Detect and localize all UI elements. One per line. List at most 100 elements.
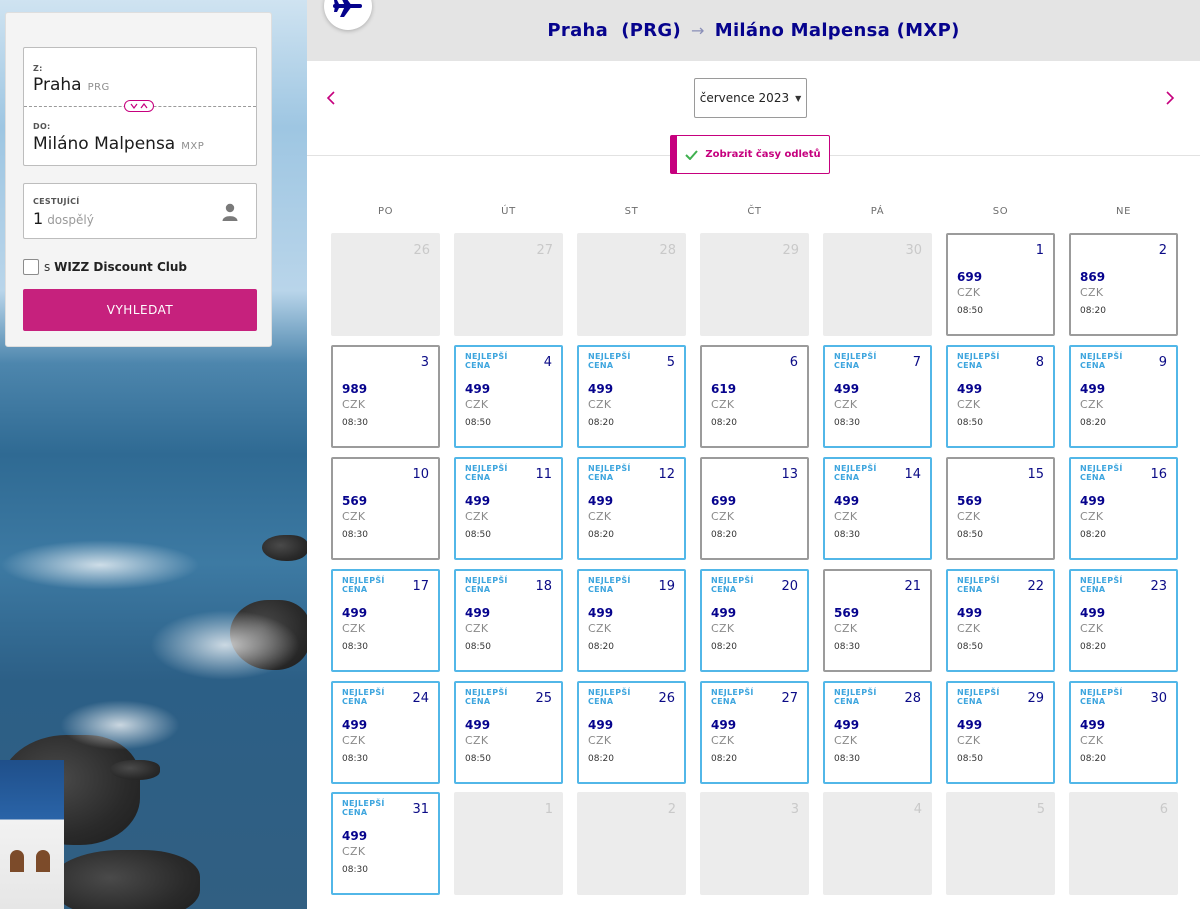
calendar-day[interactable]: 8 NEJLEPŠÍ CENA 499 CZK 08:50 xyxy=(946,345,1055,448)
calendar-day[interactable]: 21 569 CZK 08:30 xyxy=(823,569,932,672)
calendar-day[interactable]: 19 NEJLEPŠÍ CENA 499 CZK 08:20 xyxy=(577,569,686,672)
search-panel: Z: Praha PRG DO: Miláno Malpensa MXP CESTU… xyxy=(5,12,272,347)
day-number: 21 xyxy=(904,579,921,594)
calendar-day[interactable]: 9 NEJLEPŠÍ CENA 499 CZK 08:20 xyxy=(1069,345,1178,448)
calendar-day[interactable]: 2 869 CZK 08:20 xyxy=(1069,233,1178,336)
best-price-badge: NEJLEPŠÍ CENA xyxy=(342,576,385,594)
departure-time: 08:50 xyxy=(465,754,491,764)
day-number: 2 xyxy=(1158,243,1167,258)
calendar-day[interactable]: 26 NEJLEPŠÍ CENA 499 CZK 08:20 xyxy=(577,681,686,784)
departure-time: 08:20 xyxy=(588,754,614,764)
fare-price: 499 xyxy=(1080,382,1106,396)
calendar-day[interactable]: 12 NEJLEPŠÍ CENA 499 CZK 08:20 xyxy=(577,457,686,560)
travelers-field[interactable]: CESTUJÍCÍ 1 dospělý xyxy=(23,183,257,239)
discount-club-toggle[interactable]: s WIZZ Discount Club xyxy=(23,257,187,277)
from-field[interactable]: Z: Praha PRG xyxy=(24,48,256,106)
calendar-day[interactable]: 4 NEJLEPŠÍ CENA 499 CZK 08:50 xyxy=(454,345,563,448)
weekday-header: PÁ xyxy=(870,206,885,217)
month-select[interactable]: července 2023 ▼ xyxy=(694,78,807,118)
calendar-day-unavailable: 29 xyxy=(700,233,809,336)
calendar-day[interactable]: 25 NEJLEPŠÍ CENA 499 CZK 08:50 xyxy=(454,681,563,784)
calendar-day[interactable]: 20 NEJLEPŠÍ CENA 499 CZK 08:20 xyxy=(700,569,809,672)
airplane-icon xyxy=(333,0,362,17)
fare-price: 499 xyxy=(465,718,491,732)
day-number: 2 xyxy=(667,802,676,817)
fare-currency: CZK xyxy=(465,510,489,523)
fare-price: 499 xyxy=(465,494,491,508)
show-departure-times-button[interactable]: Zobrazit časy odletů xyxy=(670,135,830,174)
discount-club-checkbox[interactable] xyxy=(23,259,39,275)
best-price-badge: NEJLEPŠÍ CENA xyxy=(711,688,754,706)
departure-time: 08:20 xyxy=(711,418,737,428)
calendar-day[interactable]: 7 NEJLEPŠÍ CENA 499 CZK 08:30 xyxy=(823,345,932,448)
calendar-day[interactable]: 16 NEJLEPŠÍ CENA 499 CZK 08:20 xyxy=(1069,457,1178,560)
fare-currency: CZK xyxy=(1080,734,1104,747)
departure-time: 08:30 xyxy=(834,754,860,764)
next-month-button[interactable] xyxy=(1158,86,1182,110)
best-price-badge: NEJLEPŠÍ CENA xyxy=(465,576,508,594)
calendar-day[interactable]: 1 699 CZK 08:50 xyxy=(946,233,1055,336)
calendar-day[interactable]: 6 619 CZK 08:20 xyxy=(700,345,809,448)
best-price-badge: NEJLEPŠÍ CENA xyxy=(834,352,877,370)
checkmark-icon xyxy=(685,149,699,160)
from-label: Z: xyxy=(33,64,43,73)
day-number: 27 xyxy=(536,243,553,258)
day-number: 23 xyxy=(1150,579,1167,594)
calendar-day[interactable]: 11 NEJLEPŠÍ CENA 499 CZK 08:50 xyxy=(454,457,563,560)
fare-currency: CZK xyxy=(834,734,858,747)
calendar-day[interactable]: 17 NEJLEPŠÍ CENA 499 CZK 08:30 xyxy=(331,569,440,672)
to-field[interactable]: DO: Miláno Malpensa MXP xyxy=(24,107,256,165)
calendar-day[interactable]: 30 NEJLEPŠÍ CENA 499 CZK 08:20 xyxy=(1069,681,1178,784)
calendar-day[interactable]: 15 569 CZK 08:50 xyxy=(946,457,1055,560)
day-number: 30 xyxy=(905,243,922,258)
day-number: 16 xyxy=(1150,467,1167,482)
calendar-day[interactable]: 13 699 CZK 08:20 xyxy=(700,457,809,560)
calendar-day[interactable]: 5 NEJLEPŠÍ CENA 499 CZK 08:20 xyxy=(577,345,686,448)
calendar-day[interactable]: 31 NEJLEPŠÍ CENA 499 CZK 08:30 xyxy=(331,792,440,895)
fare-currency: CZK xyxy=(588,398,612,411)
calendar-day[interactable]: 27 NEJLEPŠÍ CENA 499 CZK 08:20 xyxy=(700,681,809,784)
fare-currency: CZK xyxy=(957,286,981,299)
best-price-badge: NEJLEPŠÍ CENA xyxy=(342,799,385,817)
calendar-day[interactable]: 18 NEJLEPŠÍ CENA 499 CZK 08:50 xyxy=(454,569,563,672)
calendar-day[interactable]: 28 NEJLEPŠÍ CENA 499 CZK 08:30 xyxy=(823,681,932,784)
fare-currency: CZK xyxy=(1080,622,1104,635)
route-selector: Z: Praha PRG DO: Miláno Malpensa MXP xyxy=(23,47,257,166)
day-number: 13 xyxy=(781,467,798,482)
best-price-badge: NEJLEPŠÍ CENA xyxy=(465,464,508,482)
calendar-day-unavailable: 1 xyxy=(454,792,563,895)
calendar-day[interactable]: 24 NEJLEPŠÍ CENA 499 CZK 08:30 xyxy=(331,681,440,784)
fare-currency: CZK xyxy=(1080,286,1104,299)
fare-price: 499 xyxy=(342,606,368,620)
day-number: 29 xyxy=(782,243,799,258)
best-price-badge: NEJLEPŠÍ CENA xyxy=(957,352,1000,370)
to-label: DO: xyxy=(33,122,51,131)
day-number: 5 xyxy=(1036,802,1045,817)
person-icon xyxy=(222,203,238,221)
caret-down-icon: ▼ xyxy=(795,93,802,103)
fare-price: 499 xyxy=(834,382,860,396)
departure-time: 08:20 xyxy=(711,754,737,764)
best-price-badge: NEJLEPŠÍ CENA xyxy=(342,688,385,706)
fare-price: 569 xyxy=(834,606,860,620)
calendar-day[interactable]: 14 NEJLEPŠÍ CENA 499 CZK 08:30 xyxy=(823,457,932,560)
calendar-day[interactable]: 29 NEJLEPŠÍ CENA 499 CZK 08:50 xyxy=(946,681,1055,784)
fare-currency: CZK xyxy=(834,510,858,523)
day-number: 28 xyxy=(904,691,921,706)
calendar-day[interactable]: 23 NEJLEPŠÍ CENA 499 CZK 08:20 xyxy=(1069,569,1178,672)
calendar-day[interactable]: 10 569 CZK 08:30 xyxy=(331,457,440,560)
day-number: 19 xyxy=(658,579,675,594)
best-price-badge: NEJLEPŠÍ CENA xyxy=(588,352,631,370)
background-house xyxy=(0,760,64,909)
day-number: 29 xyxy=(1027,691,1044,706)
calendar-day[interactable]: 3 989 CZK 08:30 xyxy=(331,345,440,448)
search-button[interactable]: VYHLEDAT xyxy=(23,289,257,331)
departure-time: 08:20 xyxy=(1080,306,1106,316)
background-rock xyxy=(110,760,160,780)
weekday-header: NE xyxy=(1116,206,1131,217)
previous-month-button[interactable] xyxy=(319,86,343,110)
fare-currency: CZK xyxy=(957,622,981,635)
best-price-badge: NEJLEPŠÍ CENA xyxy=(834,688,877,706)
day-number: 31 xyxy=(412,802,429,817)
calendar-day[interactable]: 22 NEJLEPŠÍ CENA 499 CZK 08:50 xyxy=(946,569,1055,672)
